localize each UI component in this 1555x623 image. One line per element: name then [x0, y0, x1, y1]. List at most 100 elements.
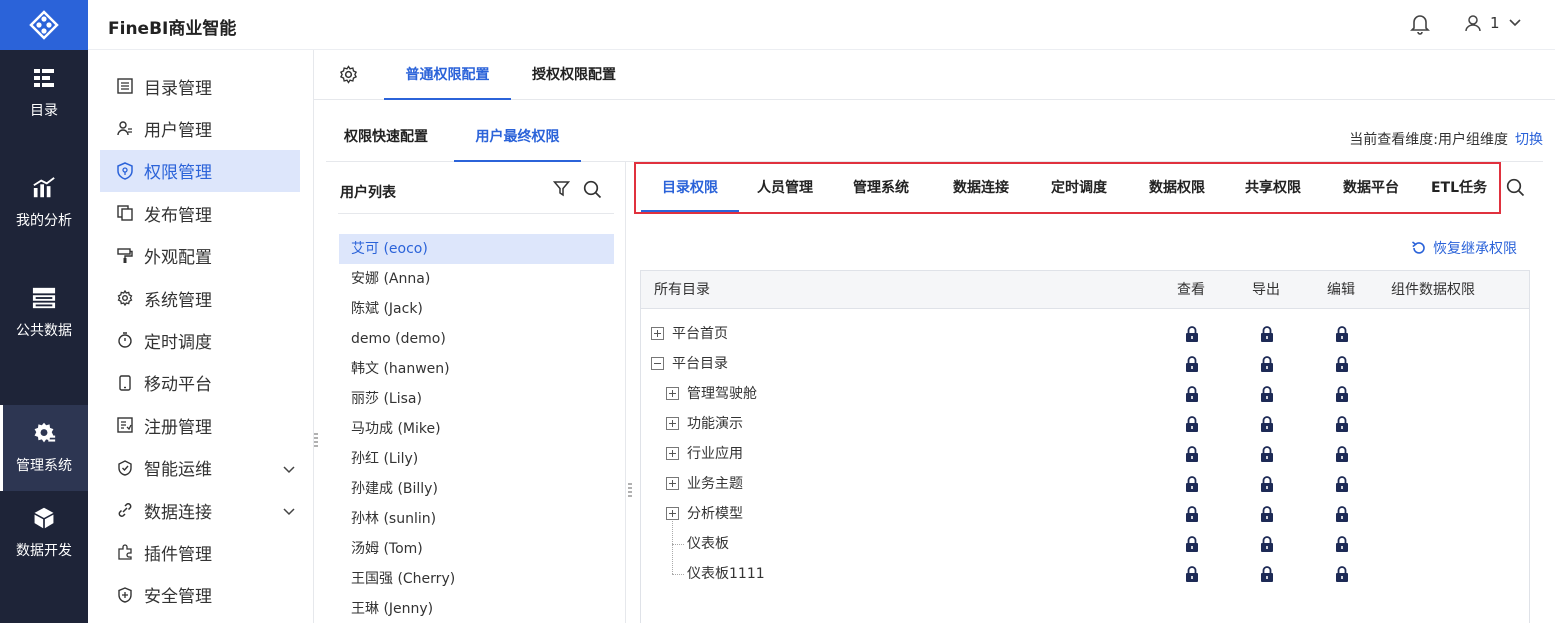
submenu-item-copy[interactable]: 发布管理: [100, 192, 300, 234]
finebi-logo[interactable]: [0, 0, 88, 50]
view-lock-icon[interactable]: [1185, 416, 1199, 433]
chevron-down-icon[interactable]: [282, 460, 296, 480]
user-list-item[interactable]: 王琳 (Jenny): [339, 594, 614, 623]
view-lock-icon[interactable]: [1185, 356, 1199, 373]
edit-lock-icon[interactable]: [1335, 566, 1349, 583]
submenu-item-ops[interactable]: 智能运维: [100, 447, 300, 489]
tab-final-permission[interactable]: 用户最终权限: [454, 112, 581, 162]
view-lock-icon[interactable]: [1185, 326, 1199, 343]
rail-item-cube[interactable]: 数据开发: [0, 490, 88, 576]
user-list-item[interactable]: 艾可 (eoco): [339, 234, 614, 264]
user-list-item[interactable]: 王国强 (Cherry): [339, 564, 614, 594]
tab-quick-config[interactable]: 权限快速配置: [331, 112, 441, 162]
export-lock-icon[interactable]: [1260, 416, 1274, 433]
export-lock-icon[interactable]: [1260, 386, 1274, 403]
permission-tab[interactable]: 共享权限: [1225, 164, 1321, 212]
submenu-item-plugin[interactable]: 插件管理: [100, 531, 300, 573]
export-lock-icon[interactable]: [1260, 356, 1274, 373]
submenu-item-gear[interactable]: 系统管理: [100, 277, 300, 319]
table-row[interactable]: 平台首页: [641, 319, 1529, 349]
table-row[interactable]: 平台目录: [641, 349, 1529, 379]
view-lock-icon[interactable]: [1185, 386, 1199, 403]
sidebar-resize-handle[interactable]: [314, 432, 318, 450]
collapse-minus-icon[interactable]: [651, 357, 664, 370]
edit-lock-icon[interactable]: [1335, 356, 1349, 373]
permission-tab[interactable]: 目录权限: [641, 164, 739, 212]
table-row[interactable]: 管理驾驶舱: [641, 379, 1529, 409]
user-list-item[interactable]: 陈斌 (Jack): [339, 294, 614, 324]
export-lock-icon[interactable]: [1260, 506, 1274, 523]
permission-tab[interactable]: 定时调度: [1031, 164, 1127, 212]
permission-tab[interactable]: ETL任务: [1419, 164, 1499, 212]
export-lock-icon[interactable]: [1260, 326, 1274, 343]
edit-lock-icon[interactable]: [1335, 476, 1349, 493]
user-list-item[interactable]: demo (demo): [339, 324, 614, 354]
export-lock-icon[interactable]: [1260, 446, 1274, 463]
edit-lock-icon[interactable]: [1335, 506, 1349, 523]
switch-dimension-link[interactable]: 切换: [1515, 129, 1543, 149]
expand-plus-icon[interactable]: [666, 447, 679, 460]
view-lock-icon[interactable]: [1185, 536, 1199, 553]
expand-plus-icon[interactable]: [666, 507, 679, 520]
expand-plus-icon[interactable]: [666, 477, 679, 490]
rail-item-catalog[interactable]: 目录: [0, 50, 88, 136]
view-lock-icon[interactable]: [1185, 476, 1199, 493]
edit-lock-icon[interactable]: [1335, 326, 1349, 343]
expand-plus-icon[interactable]: [666, 387, 679, 400]
user-list-item[interactable]: 丽莎 (Lisa): [339, 384, 614, 414]
notification-bell-icon[interactable]: [1410, 13, 1430, 39]
submenu-item-register[interactable]: 注册管理: [100, 404, 300, 446]
permission-tab[interactable]: 管理系统: [833, 164, 929, 212]
permission-tab[interactable]: 数据连接: [933, 164, 1029, 212]
panel-resize-handle[interactable]: [628, 482, 632, 500]
edit-lock-icon[interactable]: [1335, 386, 1349, 403]
view-lock-icon[interactable]: [1185, 506, 1199, 523]
user-list-item[interactable]: 汤姆 (Tom): [339, 534, 614, 564]
user-search-icon[interactable]: [583, 180, 602, 203]
permission-tab[interactable]: 数据平台: [1323, 164, 1419, 212]
user-list-item[interactable]: 孙建成 (Billy): [339, 474, 614, 504]
expand-plus-icon[interactable]: [651, 327, 664, 340]
permission-search-icon[interactable]: [1506, 178, 1525, 201]
submenu-item-list[interactable]: 目录管理: [100, 65, 300, 107]
edit-lock-icon[interactable]: [1335, 446, 1349, 463]
table-row[interactable]: 功能演示: [641, 409, 1529, 439]
view-lock-icon[interactable]: [1185, 566, 1199, 583]
submenu-item-user[interactable]: 用户管理: [100, 107, 300, 149]
tab-normal-permission[interactable]: 普通权限配置: [384, 50, 511, 100]
export-lock-icon[interactable]: [1260, 536, 1274, 553]
user-list-item[interactable]: 孙林 (sunlin): [339, 504, 614, 534]
settings-gear-icon[interactable]: [339, 65, 358, 88]
rail-item-database[interactable]: 公共数据: [0, 270, 88, 356]
user-menu[interactable]: 1: [1464, 14, 1522, 32]
table-row[interactable]: 分析模型: [641, 499, 1529, 529]
permission-tab[interactable]: 数据权限: [1129, 164, 1225, 212]
user-list-item[interactable]: 孙红 (Lily): [339, 444, 614, 474]
permission-tab[interactable]: 人员管理: [737, 164, 833, 212]
rail-item-admin-gear[interactable]: 管理系统: [0, 405, 88, 491]
submenu-item-security[interactable]: 安全管理: [100, 574, 300, 616]
filter-icon[interactable]: [552, 180, 571, 201]
table-row[interactable]: 行业应用: [641, 439, 1529, 469]
tab-authorization-permission[interactable]: 授权权限配置: [519, 50, 629, 100]
expand-plus-icon[interactable]: [666, 417, 679, 430]
edit-lock-icon[interactable]: [1335, 416, 1349, 433]
user-list-item[interactable]: 马功成 (Mike): [339, 414, 614, 444]
submenu-item-mobile[interactable]: 移动平台: [100, 362, 300, 404]
edit-lock-icon[interactable]: [1335, 536, 1349, 553]
export-lock-icon[interactable]: [1260, 476, 1274, 493]
user-list-item[interactable]: 韩文 (hanwen): [339, 354, 614, 384]
submenu-item-link[interactable]: 数据连接: [100, 489, 300, 531]
submenu-item-paint[interactable]: 外观配置: [100, 235, 300, 277]
table-row[interactable]: 仪表板1111: [641, 559, 1529, 589]
rail-item-analysis[interactable]: 我的分析: [0, 160, 88, 246]
view-lock-icon[interactable]: [1185, 446, 1199, 463]
submenu-item-timer[interactable]: 定时调度: [100, 319, 300, 361]
export-lock-icon[interactable]: [1260, 566, 1274, 583]
submenu-item-shield[interactable]: 权限管理: [100, 149, 300, 192]
table-row[interactable]: 业务主题: [641, 469, 1529, 499]
chevron-down-icon[interactable]: [282, 502, 296, 522]
table-row[interactable]: 仪表板: [641, 529, 1529, 559]
restore-inherit-button[interactable]: 恢复继承权限: [1411, 238, 1517, 258]
user-list-item[interactable]: 安娜 (Anna): [339, 264, 614, 294]
